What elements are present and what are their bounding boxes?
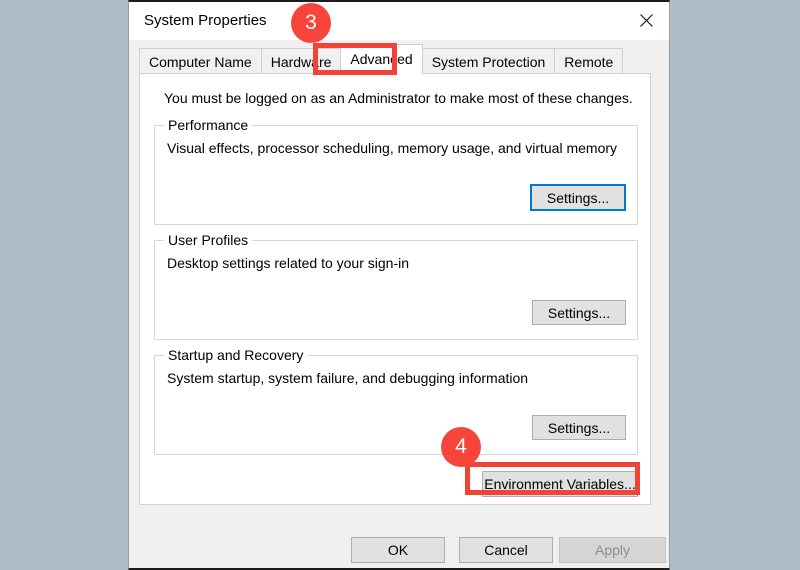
tab-strip: Computer Name Hardware Advanced System P… xyxy=(139,44,624,74)
startup-recovery-description: System startup, system failure, and debu… xyxy=(167,370,529,386)
apply-button: Apply xyxy=(559,537,666,563)
performance-group: Performance Visual effects, processor sc… xyxy=(154,117,638,225)
user-profiles-settings-button[interactable]: Settings... xyxy=(532,300,626,325)
close-icon[interactable] xyxy=(623,2,669,38)
advanced-tab-panel: You must be logged on as an Administrato… xyxy=(139,73,651,505)
system-properties-window: System Properties Computer Name Hardware… xyxy=(128,0,670,570)
tab-advanced[interactable]: Advanced xyxy=(340,44,423,74)
tab-remote[interactable]: Remote xyxy=(554,48,624,74)
startup-recovery-settings-button[interactable]: Settings... xyxy=(532,415,626,440)
startup-recovery-group: Startup and Recovery System startup, sys… xyxy=(154,347,638,455)
user-profiles-group: User Profiles Desktop settings related t… xyxy=(154,232,638,340)
performance-settings-button[interactable]: Settings... xyxy=(530,184,626,211)
page-title: System Properties xyxy=(144,12,267,29)
tab-computer-name[interactable]: Computer Name xyxy=(139,48,262,74)
ok-button[interactable]: OK xyxy=(351,537,445,563)
performance-description: Visual effects, processor scheduling, me… xyxy=(167,140,618,156)
environment-variables-button[interactable]: Environment Variables... xyxy=(482,471,638,497)
screenshot-root: System Properties Computer Name Hardware… xyxy=(0,0,800,570)
tab-hardware[interactable]: Hardware xyxy=(260,48,342,74)
performance-group-label: Performance xyxy=(164,117,253,133)
cancel-button[interactable]: Cancel xyxy=(459,537,553,563)
user-profiles-group-label: User Profiles xyxy=(164,232,253,248)
user-profiles-description: Desktop settings related to your sign-in xyxy=(167,255,410,271)
startup-recovery-group-label: Startup and Recovery xyxy=(164,347,308,363)
tab-system-protection[interactable]: System Protection xyxy=(421,48,556,74)
administrator-notice: You must be logged on as an Administrato… xyxy=(164,90,633,106)
title-bar: System Properties xyxy=(129,2,669,40)
